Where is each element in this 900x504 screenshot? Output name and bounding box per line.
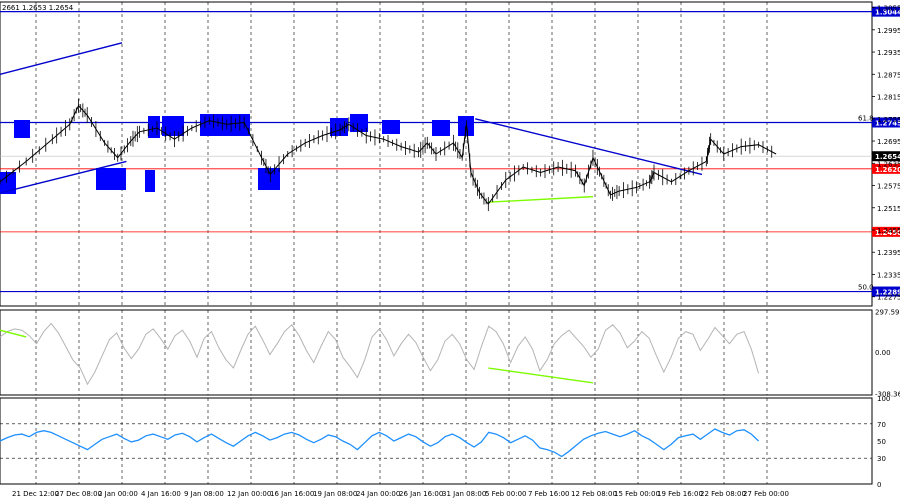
rsi-tick-label: 70: [877, 421, 886, 429]
zone-box: [432, 120, 450, 136]
price-tick-label: 1.2575: [877, 183, 900, 191]
date-tick-label: 4 Jan 16:00: [141, 490, 181, 498]
date-tick-label: 27 Dec 08:00: [55, 490, 102, 498]
zone-box: [148, 116, 160, 138]
zone-box: [350, 114, 368, 132]
date-tick-label: 27 Feb 00:00: [743, 490, 789, 498]
ohlc-readout: 2661 1.2653 1.2654: [2, 4, 74, 12]
date-tick-label: 19 Feb 16:00: [657, 490, 703, 498]
zone-box: [145, 170, 155, 192]
rsi-tick-label: 30: [877, 455, 886, 463]
price-tick-label: 1.3055: [877, 5, 900, 13]
chart-canvas[interactable]: 1.30441.274561.81.26541.26201.24501.2289…: [0, 0, 900, 500]
price-tick-label: 1.2395: [877, 249, 900, 257]
date-tick-label: 15 Feb 00:00: [614, 490, 660, 498]
price-tick-label: 1.2455: [877, 227, 900, 235]
price-tick-label: 1.2875: [877, 71, 900, 79]
date-tick-label: 7 Feb 16:00: [528, 490, 569, 498]
price-tick-label: 1.2815: [877, 94, 900, 102]
rsi-tick-label: 100: [877, 395, 890, 403]
price-tick-label: 1.2515: [877, 205, 900, 213]
date-tick-label: 2 Jan 00:00: [98, 490, 138, 498]
date-tick-label: 22 Feb 08:00: [700, 490, 746, 498]
date-tick-label: 5 Feb 00:00: [485, 490, 526, 498]
date-tick-label: 19 Jan 08:00: [313, 490, 357, 498]
zone-box: [200, 114, 250, 136]
forex-chart[interactable]: 1.3044 1.2745 61.8 1.2654 1.2620 1.2450 1.2289…: [0, 0, 900, 500]
price-tick-label: 1.2335: [877, 271, 900, 279]
price-tick-label: 1.2275: [877, 294, 900, 302]
date-tick-label: 9 Jan 08:00: [184, 490, 224, 498]
price-tick-label: 1.2755: [877, 116, 900, 124]
date-tick-label: 12 Jan 00:00: [227, 490, 271, 498]
price-tick-label: 1.2995: [877, 27, 900, 35]
date-tick-label: 21 Dec 12:00: [12, 490, 59, 498]
date-tick-label: 12 Feb 08:00: [571, 490, 617, 498]
zone-box: [96, 168, 126, 190]
cci-tick-label: 297.5966: [875, 309, 900, 317]
date-tick-label: 24 Jan 00:00: [356, 490, 400, 498]
cci-tick-label: 0.00: [875, 349, 891, 357]
fibo-label: 50.0: [858, 284, 874, 292]
date-tick-label: 31 Jan 08:00: [442, 490, 486, 498]
zone-box: [382, 120, 400, 134]
rsi-tick-label: 50: [877, 438, 886, 446]
date-tick-label: 26 Jan 16:00: [399, 490, 443, 498]
price-tick-label: 1.2695: [877, 138, 900, 146]
rsi-tick-label: 0: [877, 481, 881, 489]
price-tick-label: 1.2635: [877, 160, 900, 168]
fibo-label: 61.8: [858, 114, 874, 122]
date-tick-label: 16 Jan 16:00: [270, 490, 314, 498]
price-tick-label: 1.2935: [877, 49, 900, 57]
zone-box: [14, 120, 30, 138]
